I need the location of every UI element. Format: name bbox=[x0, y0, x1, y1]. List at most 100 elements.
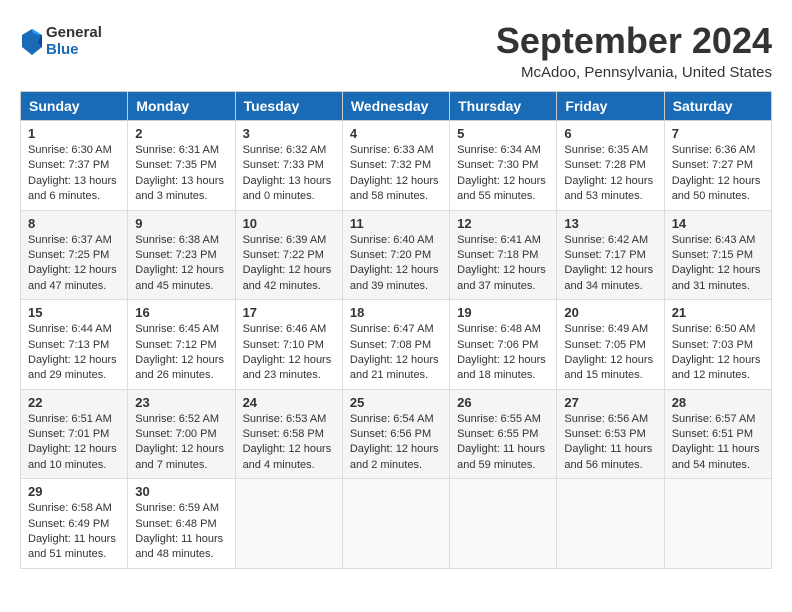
day-cell: 16Sunrise: 6:45 AMSunset: 7:12 PMDayligh… bbox=[128, 300, 235, 390]
logo-general: General bbox=[46, 25, 102, 42]
day-info-line: Daylight: 12 hours bbox=[457, 174, 549, 189]
day-info-line: Sunset: 7:18 PM bbox=[457, 248, 549, 263]
day-info-line: Sunrise: 6:45 AM bbox=[135, 322, 227, 337]
day-number: 18 bbox=[350, 305, 442, 320]
day-info-line: and 10 minutes. bbox=[28, 458, 120, 473]
day-info-line: Sunset: 7:01 PM bbox=[28, 427, 120, 442]
day-cell: 11Sunrise: 6:40 AMSunset: 7:20 PMDayligh… bbox=[342, 210, 449, 300]
day-info-line: Daylight: 12 hours bbox=[457, 353, 549, 368]
day-info-line: Sunset: 7:23 PM bbox=[135, 248, 227, 263]
day-info-line: Daylight: 13 hours bbox=[28, 174, 120, 189]
day-info-line: Sunrise: 6:50 AM bbox=[672, 322, 764, 337]
day-info-line: Sunset: 6:49 PM bbox=[28, 517, 120, 532]
calendar-table: SundayMondayTuesdayWednesdayThursdayFrid… bbox=[20, 91, 772, 569]
header-friday: Friday bbox=[557, 92, 664, 121]
day-info-line: Sunset: 7:12 PM bbox=[135, 338, 227, 353]
day-info-line: and 42 minutes. bbox=[243, 279, 335, 294]
day-cell: 26Sunrise: 6:55 AMSunset: 6:55 PMDayligh… bbox=[450, 389, 557, 479]
day-info-line: Sunrise: 6:46 AM bbox=[243, 322, 335, 337]
day-info-line: and 26 minutes. bbox=[135, 368, 227, 383]
day-info-line: Sunset: 7:03 PM bbox=[672, 338, 764, 353]
day-info-line: Daylight: 12 hours bbox=[28, 263, 120, 278]
day-info-line: Sunrise: 6:34 AM bbox=[457, 143, 549, 158]
day-info-line: and 56 minutes. bbox=[564, 458, 656, 473]
day-info-line: Sunset: 7:28 PM bbox=[564, 158, 656, 173]
day-number: 11 bbox=[350, 216, 442, 231]
day-info-line: Daylight: 11 hours bbox=[457, 442, 549, 457]
day-cell: 13Sunrise: 6:42 AMSunset: 7:17 PMDayligh… bbox=[557, 210, 664, 300]
day-info-line: and 53 minutes. bbox=[564, 189, 656, 204]
day-info-line: Sunrise: 6:56 AM bbox=[564, 412, 656, 427]
day-info-line: and 2 minutes. bbox=[350, 458, 442, 473]
day-info-line: and 39 minutes. bbox=[350, 279, 442, 294]
logo: General Blue bbox=[20, 25, 102, 58]
day-info-line: and 6 minutes. bbox=[28, 189, 120, 204]
day-info-line: Daylight: 12 hours bbox=[564, 353, 656, 368]
day-cell: 25Sunrise: 6:54 AMSunset: 6:56 PMDayligh… bbox=[342, 389, 449, 479]
day-number: 13 bbox=[564, 216, 656, 231]
day-info-line: and 31 minutes. bbox=[672, 279, 764, 294]
day-info-line: and 55 minutes. bbox=[457, 189, 549, 204]
day-info-line: Sunset: 7:05 PM bbox=[564, 338, 656, 353]
day-cell bbox=[342, 479, 449, 569]
day-info-line: Daylight: 12 hours bbox=[243, 263, 335, 278]
day-info-line: and 21 minutes. bbox=[350, 368, 442, 383]
day-info-line: Sunrise: 6:43 AM bbox=[672, 233, 764, 248]
day-number: 5 bbox=[457, 126, 549, 141]
day-number: 27 bbox=[564, 395, 656, 410]
day-info-line: Sunrise: 6:44 AM bbox=[28, 322, 120, 337]
day-cell: 4Sunrise: 6:33 AMSunset: 7:32 PMDaylight… bbox=[342, 121, 449, 211]
day-info-line: Sunrise: 6:39 AM bbox=[243, 233, 335, 248]
day-info-line: and 47 minutes. bbox=[28, 279, 120, 294]
day-info-line: and 29 minutes. bbox=[28, 368, 120, 383]
day-cell: 19Sunrise: 6:48 AMSunset: 7:06 PMDayligh… bbox=[450, 300, 557, 390]
day-number: 2 bbox=[135, 126, 227, 141]
day-info-line: Sunset: 7:08 PM bbox=[350, 338, 442, 353]
day-number: 14 bbox=[672, 216, 764, 231]
day-number: 10 bbox=[243, 216, 335, 231]
day-cell bbox=[557, 479, 664, 569]
header-tuesday: Tuesday bbox=[235, 92, 342, 121]
day-info-line: Daylight: 12 hours bbox=[135, 263, 227, 278]
day-cell: 17Sunrise: 6:46 AMSunset: 7:10 PMDayligh… bbox=[235, 300, 342, 390]
day-info-line: Sunset: 6:51 PM bbox=[672, 427, 764, 442]
day-info-line: Sunrise: 6:51 AM bbox=[28, 412, 120, 427]
day-cell: 22Sunrise: 6:51 AMSunset: 7:01 PMDayligh… bbox=[21, 389, 128, 479]
day-info-line: Sunset: 7:25 PM bbox=[28, 248, 120, 263]
day-info-line: Daylight: 12 hours bbox=[243, 353, 335, 368]
day-cell: 2Sunrise: 6:31 AMSunset: 7:35 PMDaylight… bbox=[128, 121, 235, 211]
day-info-line: Daylight: 11 hours bbox=[135, 532, 227, 547]
day-number: 3 bbox=[243, 126, 335, 141]
day-info-line: Daylight: 12 hours bbox=[672, 353, 764, 368]
day-cell: 3Sunrise: 6:32 AMSunset: 7:33 PMDaylight… bbox=[235, 121, 342, 211]
day-cell: 23Sunrise: 6:52 AMSunset: 7:00 PMDayligh… bbox=[128, 389, 235, 479]
day-info-line: Sunrise: 6:38 AM bbox=[135, 233, 227, 248]
day-info-line: and 48 minutes. bbox=[135, 547, 227, 562]
day-info-line: Sunrise: 6:59 AM bbox=[135, 501, 227, 516]
day-info-line: Daylight: 12 hours bbox=[135, 353, 227, 368]
day-info-line: Sunset: 7:20 PM bbox=[350, 248, 442, 263]
day-cell: 10Sunrise: 6:39 AMSunset: 7:22 PMDayligh… bbox=[235, 210, 342, 300]
day-info-line: and 50 minutes. bbox=[672, 189, 764, 204]
day-number: 6 bbox=[564, 126, 656, 141]
day-info-line: Sunrise: 6:30 AM bbox=[28, 143, 120, 158]
day-cell bbox=[235, 479, 342, 569]
day-info-line: Sunrise: 6:40 AM bbox=[350, 233, 442, 248]
day-number: 8 bbox=[28, 216, 120, 231]
day-info-line: and 45 minutes. bbox=[135, 279, 227, 294]
day-cell: 7Sunrise: 6:36 AMSunset: 7:27 PMDaylight… bbox=[664, 121, 771, 211]
week-row-5: 29Sunrise: 6:58 AMSunset: 6:49 PMDayligh… bbox=[21, 479, 772, 569]
day-info-line: Daylight: 12 hours bbox=[28, 442, 120, 457]
day-number: 7 bbox=[672, 126, 764, 141]
day-info-line: and 7 minutes. bbox=[135, 458, 227, 473]
day-cell: 21 Sunrise: 6:50 AMSunset: 7:03 PMDayligh… bbox=[664, 300, 771, 390]
day-info-line: Daylight: 12 hours bbox=[135, 442, 227, 457]
day-info-line: Sunset: 7:15 PM bbox=[672, 248, 764, 263]
day-number: 21 bbox=[672, 305, 764, 320]
day-info-line: Daylight: 13 hours bbox=[135, 174, 227, 189]
day-cell: 1Sunrise: 6:30 AMSunset: 7:37 PMDaylight… bbox=[21, 121, 128, 211]
day-info-line: Sunrise: 6:52 AM bbox=[135, 412, 227, 427]
week-row-4: 22Sunrise: 6:51 AMSunset: 7:01 PMDayligh… bbox=[21, 389, 772, 479]
day-info-line: Sunset: 7:30 PM bbox=[457, 158, 549, 173]
day-info-line: Daylight: 12 hours bbox=[672, 263, 764, 278]
